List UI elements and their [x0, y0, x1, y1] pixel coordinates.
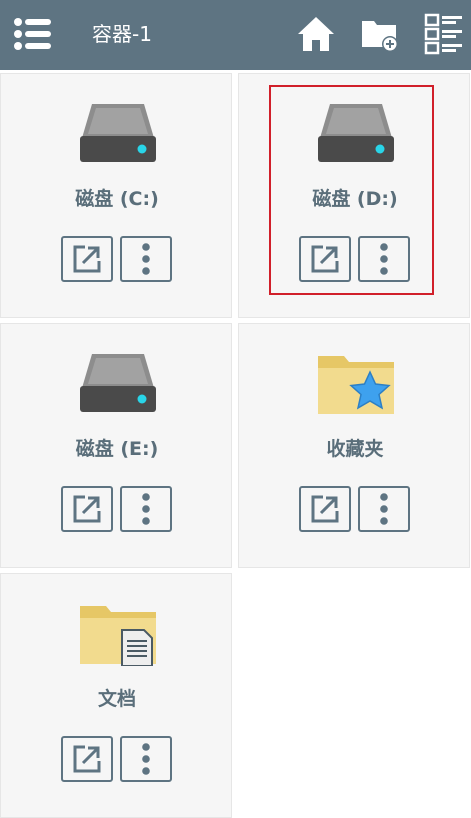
top-bar: 容器-1 — [0, 0, 471, 70]
menu-button[interactable] — [14, 18, 52, 50]
item-label: 文档 — [97, 688, 136, 710]
container-title: 容器-1 — [92, 22, 152, 46]
new-folder-button[interactable] — [360, 15, 400, 53]
grid-item-favorites[interactable]: 收藏夹 — [238, 323, 470, 568]
home-button[interactable] — [296, 15, 336, 53]
more-vertical-icon — [142, 743, 150, 775]
view-mode-button[interactable] — [424, 13, 464, 55]
drive-icon — [80, 104, 156, 162]
more-vertical-icon — [380, 243, 388, 275]
item-label: 磁盘 (E:) — [75, 438, 159, 460]
document-folder-icon — [80, 606, 156, 666]
open-button[interactable] — [61, 736, 113, 782]
more-options-button[interactable] — [358, 486, 410, 532]
open-external-icon — [311, 245, 339, 273]
grid-item-drive-c[interactable]: 磁盘 (C:) — [0, 73, 232, 318]
open-button[interactable] — [299, 486, 351, 532]
item-label: 磁盘 (C:) — [75, 188, 159, 210]
open-external-icon — [73, 245, 101, 273]
more-vertical-icon — [142, 493, 150, 525]
favorite-folder-icon — [318, 356, 394, 414]
menu-icon — [14, 18, 51, 50]
open-button[interactable] — [61, 236, 113, 282]
drive-icon — [318, 104, 394, 162]
open-external-icon — [73, 495, 101, 523]
drive-icon — [80, 354, 156, 412]
open-external-icon — [73, 745, 101, 773]
new-folder-icon — [362, 21, 398, 52]
more-vertical-icon — [380, 493, 388, 525]
home-icon — [298, 17, 334, 51]
item-label: 收藏夹 — [326, 438, 384, 460]
more-options-button[interactable] — [120, 736, 172, 782]
open-button[interactable] — [61, 486, 113, 532]
more-options-button[interactable] — [120, 486, 172, 532]
more-vertical-icon — [142, 243, 150, 275]
grid-item-documents[interactable]: 文档 — [0, 573, 232, 818]
open-external-icon — [311, 495, 339, 523]
view-list-icon — [424, 13, 462, 55]
item-grid: 磁盘 (C:) 磁盘 (D:) 磁盘 (E:) 收藏夹 文档 — [0, 70, 471, 818]
more-options-button[interactable] — [358, 236, 410, 282]
grid-item-drive-e[interactable]: 磁盘 (E:) — [0, 323, 232, 568]
grid-item-drive-d[interactable]: 磁盘 (D:) — [238, 73, 470, 318]
more-options-button[interactable] — [120, 236, 172, 282]
open-button[interactable] — [299, 236, 351, 282]
item-label: 磁盘 (D:) — [312, 188, 398, 210]
